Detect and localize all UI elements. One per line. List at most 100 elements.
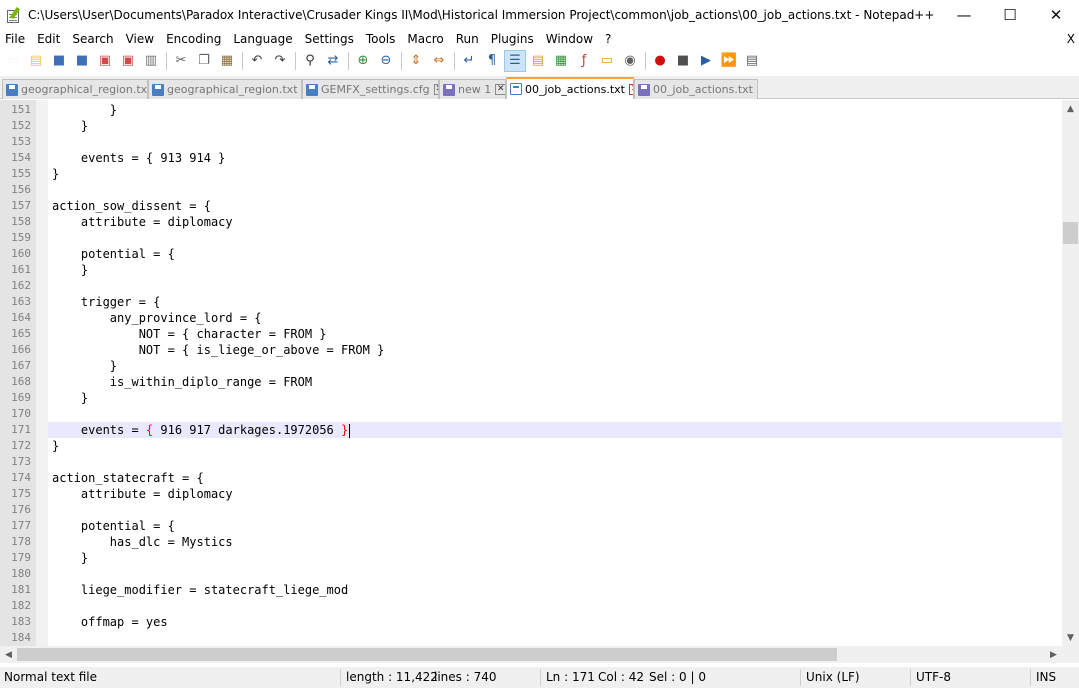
status-insert-mode[interactable]: INS bbox=[1036, 667, 1056, 688]
word-wrap-icon[interactable]: ↵ bbox=[459, 51, 479, 71]
close-all-icon[interactable]: ▣ bbox=[118, 51, 138, 71]
print-icon[interactable]: ▥ bbox=[141, 51, 161, 71]
tab-geographical-region-txt[interactable]: geographical_region.txt✕ bbox=[2, 79, 148, 99]
copy-icon[interactable]: ❐ bbox=[194, 51, 214, 71]
save-all-icon[interactable]: ■ bbox=[72, 51, 92, 71]
tab-00-job-actions-txt[interactable]: 00_job_actions.txt✕ bbox=[634, 79, 758, 99]
stop-macro-icon[interactable]: ■ bbox=[673, 51, 693, 71]
code-line[interactable]: 174 action_statecraft = { bbox=[0, 470, 1062, 486]
doc-map-icon[interactable]: ▦ bbox=[551, 51, 571, 71]
tab-geographical-region-txt[interactable]: geographical_region.txt✕ bbox=[148, 79, 302, 99]
status-eol[interactable]: Unix (LF) bbox=[806, 667, 860, 688]
zoom-out-icon[interactable]: ⊖ bbox=[376, 51, 396, 71]
sync-horizontal-icon[interactable]: ⇔ bbox=[429, 51, 449, 71]
new-file-icon[interactable]: ▭ bbox=[3, 51, 23, 71]
code-line[interactable]: 157 action_sow_dissent = { bbox=[0, 198, 1062, 214]
code-line[interactable]: 183 offmap = yes bbox=[0, 614, 1062, 630]
code-line[interactable]: 164 any_province_lord = { bbox=[0, 310, 1062, 326]
close-icon[interactable]: ▣ bbox=[95, 51, 115, 71]
code-line[interactable]: 161 } bbox=[0, 262, 1062, 278]
vertical-scrollbar[interactable]: ▲ ▼ bbox=[1062, 100, 1079, 646]
zoom-in-icon[interactable]: ⊕ bbox=[353, 51, 373, 71]
sync-vertical-icon[interactable]: ⇕ bbox=[406, 51, 426, 71]
open-file-icon[interactable]: ▤ bbox=[26, 51, 46, 71]
menu-file[interactable]: File bbox=[0, 30, 31, 49]
code-line[interactable]: 179 } bbox=[0, 550, 1062, 566]
code-line[interactable]: 156 bbox=[0, 182, 1062, 198]
undo-icon[interactable]: ↶ bbox=[247, 51, 267, 71]
code-line[interactable]: 159 bbox=[0, 230, 1062, 246]
tab-new-1[interactable]: new 1 ✕ bbox=[439, 79, 506, 99]
horizontal-scrollbar[interactable]: ◀ ▶ bbox=[0, 646, 1062, 663]
code-line[interactable]: 155} bbox=[0, 166, 1062, 182]
folder-as-workspace-icon[interactable]: ▭ bbox=[597, 51, 617, 71]
menu-help[interactable]: ? bbox=[599, 30, 617, 49]
code-line[interactable]: 172} bbox=[0, 438, 1062, 454]
code-line[interactable]: 178 has_dlc = Mystics bbox=[0, 534, 1062, 550]
replace-icon[interactable]: ⇄ bbox=[323, 51, 343, 71]
maximize-button[interactable]: ☐ bbox=[987, 0, 1033, 30]
run-macro-multiple-icon[interactable]: ⏩ bbox=[719, 51, 739, 71]
code-line[interactable]: 153 bbox=[0, 134, 1062, 150]
code-line[interactable]: 168 is_within_diplo_range = FROM bbox=[0, 374, 1062, 390]
code-line[interactable]: 182 bbox=[0, 598, 1062, 614]
code-line[interactable]: 177 potential = { bbox=[0, 518, 1062, 534]
tab-00-job-actions-txt[interactable]: 00_job_actions.txt✕ bbox=[506, 77, 634, 99]
monitoring-icon[interactable]: ◉ bbox=[620, 51, 640, 71]
menu-edit[interactable]: Edit bbox=[31, 30, 66, 49]
record-macro-icon[interactable]: ● bbox=[650, 51, 670, 71]
tab-close-icon[interactable]: ✕ bbox=[757, 84, 758, 95]
code-line[interactable]: 158 attribute = diplomacy bbox=[0, 214, 1062, 230]
code-line[interactable]: 176 bbox=[0, 502, 1062, 518]
paste-icon[interactable]: ▦ bbox=[217, 51, 237, 71]
text-editor[interactable]: 151 } 152 } 153 154 events = { 913 914 } 155… bbox=[0, 100, 1062, 646]
menu-search[interactable]: Search bbox=[66, 30, 119, 49]
menu-plugins[interactable]: Plugins bbox=[485, 30, 540, 49]
code-line[interactable]: 160 potential = { bbox=[0, 246, 1062, 262]
code-line[interactable]: 163 trigger = { bbox=[0, 294, 1062, 310]
indent-guide-icon[interactable]: ☰ bbox=[504, 49, 526, 72]
save-macro-icon[interactable]: ▤ bbox=[742, 51, 762, 71]
code-line[interactable]: 169 } bbox=[0, 390, 1062, 406]
menu-window[interactable]: Window bbox=[540, 30, 599, 49]
code-line[interactable]: 170 bbox=[0, 406, 1062, 422]
menu-view[interactable]: View bbox=[120, 30, 160, 49]
code-line[interactable]: 151 } bbox=[0, 102, 1062, 118]
code-line[interactable]: 173 bbox=[0, 454, 1062, 470]
code-line[interactable]: 167 } bbox=[0, 358, 1062, 374]
cut-icon[interactable]: ✂ bbox=[171, 51, 191, 71]
scroll-right-arrow-icon[interactable]: ▶ bbox=[1045, 646, 1062, 663]
code-line[interactable]: 175 attribute = diplomacy bbox=[0, 486, 1062, 502]
code-line[interactable]: 154 events = { 913 914 } bbox=[0, 150, 1062, 166]
user-defined-lang-icon[interactable]: ▤ bbox=[528, 51, 548, 71]
save-icon[interactable]: ■ bbox=[49, 51, 69, 71]
code-line[interactable]: 162 bbox=[0, 278, 1062, 294]
tab-gemfx-settings-cfg[interactable]: GEMFX_settings.cfg✕ bbox=[302, 79, 439, 99]
vertical-scroll-thumb[interactable] bbox=[1063, 222, 1078, 244]
code-line[interactable]: 184 bbox=[0, 630, 1062, 646]
tab-close-icon[interactable]: ✕ bbox=[495, 84, 505, 95]
scroll-down-arrow-icon[interactable]: ▼ bbox=[1062, 629, 1079, 646]
status-encoding[interactable]: UTF-8 bbox=[916, 667, 951, 688]
code-line[interactable]: 165 NOT = { character = FROM } bbox=[0, 326, 1062, 342]
play-macro-icon[interactable]: ▶ bbox=[696, 51, 716, 71]
function-list-icon[interactable]: ƒ bbox=[574, 51, 594, 71]
scroll-left-arrow-icon[interactable]: ◀ bbox=[0, 646, 17, 663]
minimize-button[interactable]: — bbox=[941, 0, 987, 30]
scroll-up-arrow-icon[interactable]: ▲ bbox=[1062, 100, 1079, 117]
menu-tools[interactable]: Tools bbox=[360, 30, 402, 49]
menu-run[interactable]: Run bbox=[450, 30, 485, 49]
menu-language[interactable]: Language bbox=[227, 30, 298, 49]
menu-settings[interactable]: Settings bbox=[299, 30, 360, 49]
current-code-line[interactable]: 171 events = { 916 917 darkages.1972056 … bbox=[0, 422, 1062, 438]
menu-encoding[interactable]: Encoding bbox=[160, 30, 227, 49]
code-line[interactable]: 181 liege_modifier = statecraft_liege_mo… bbox=[0, 582, 1062, 598]
redo-icon[interactable]: ↷ bbox=[270, 51, 290, 71]
close-document-button[interactable]: X bbox=[1067, 30, 1075, 49]
close-window-button[interactable]: ✕ bbox=[1033, 0, 1079, 30]
code-line[interactable]: 166 NOT = { is_liege_or_above = FROM } bbox=[0, 342, 1062, 358]
show-all-chars-icon[interactable]: ¶ bbox=[482, 51, 502, 71]
find-icon[interactable]: ⚲ bbox=[300, 51, 320, 71]
horizontal-scroll-thumb[interactable] bbox=[17, 648, 837, 661]
code-line[interactable]: 152 } bbox=[0, 118, 1062, 134]
